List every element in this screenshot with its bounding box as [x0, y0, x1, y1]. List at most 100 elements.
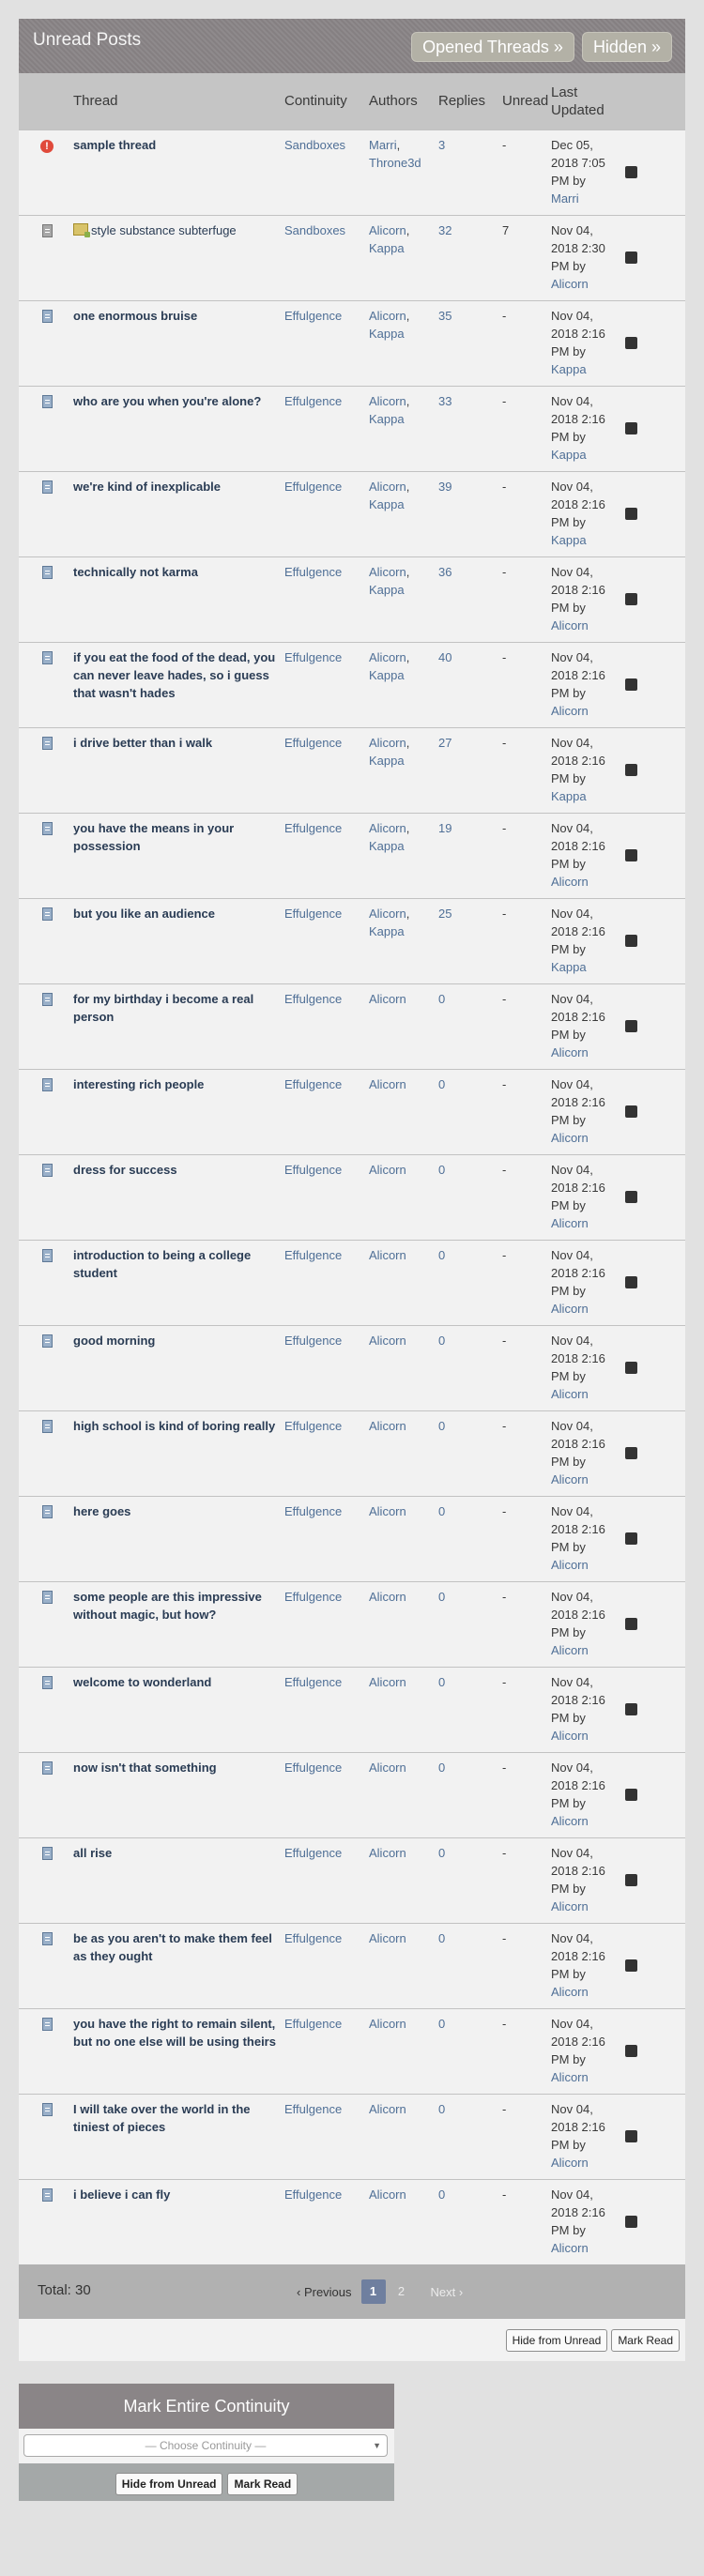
continuity-link[interactable]: Effulgence: [284, 992, 342, 1006]
row-select-checkbox[interactable]: [625, 1446, 637, 1459]
last-updated-by-link[interactable]: Alicorn: [551, 618, 589, 633]
doc-icon[interactable]: [41, 480, 53, 494]
author-link[interactable]: Alicorn: [369, 394, 406, 408]
author-link[interactable]: Alicorn: [369, 1419, 406, 1433]
thread-column-header[interactable]: Thread: [62, 73, 281, 130]
continuity-link[interactable]: Effulgence: [284, 565, 342, 579]
author-link[interactable]: Alicorn: [369, 2017, 406, 2031]
row-select-checkbox[interactable]: [625, 1873, 637, 1886]
row-select-checkbox[interactable]: [625, 251, 637, 264]
replies-count[interactable]: 32: [438, 223, 451, 237]
continuity-link[interactable]: Effulgence: [284, 1675, 342, 1689]
row-select-checkbox[interactable]: [625, 1019, 637, 1032]
thread-title-link[interactable]: i believe i can fly: [73, 2187, 170, 2202]
replies-count[interactable]: 36: [438, 565, 451, 579]
author-link[interactable]: Alicorn: [369, 309, 406, 323]
replies-count[interactable]: 19: [438, 821, 451, 835]
continuity-link[interactable]: Effulgence: [284, 309, 342, 323]
thread-title-link[interactable]: here goes: [73, 1504, 130, 1518]
row-select-checkbox[interactable]: [625, 1617, 637, 1630]
replies-count[interactable]: 33: [438, 394, 451, 408]
doc-icon[interactable]: [41, 907, 53, 921]
last-updated-by-link[interactable]: Alicorn: [551, 704, 589, 718]
last-updated-by-link[interactable]: Alicorn: [551, 2156, 589, 2170]
thread-title-link[interactable]: some people are this impressive without …: [73, 1590, 262, 1622]
page-1-link[interactable]: 1: [360, 2279, 386, 2304]
continuity-link[interactable]: Effulgence: [284, 1163, 342, 1177]
row-select-checkbox[interactable]: [625, 421, 637, 434]
authors-column-header[interactable]: Authors: [365, 73, 435, 130]
author-link[interactable]: Alicorn: [369, 1334, 406, 1348]
doc-icon[interactable]: [41, 309, 53, 323]
thread-title-link[interactable]: welcome to wonderland: [73, 1675, 211, 1689]
doc-icon[interactable]: [41, 1590, 53, 1604]
last-updated-by-link[interactable]: Alicorn: [551, 2070, 589, 2084]
continuity-link[interactable]: Effulgence: [284, 2102, 342, 2116]
thread-title-link[interactable]: technically not karma: [73, 565, 198, 579]
row-select-checkbox[interactable]: [625, 2044, 637, 2057]
thread-title-link[interactable]: but you like an audience: [73, 907, 215, 921]
continuity-link[interactable]: Effulgence: [284, 1761, 342, 1775]
author-link[interactable]: Kappa: [369, 668, 405, 682]
thread-title-link[interactable]: if you eat the food of the dead, you can…: [73, 650, 275, 700]
last-updated-by-link[interactable]: Alicorn: [551, 1045, 589, 1059]
thread-title-link[interactable]: i drive better than i walk: [73, 736, 212, 750]
thread-title-link[interactable]: high school is kind of boring really: [73, 1419, 275, 1433]
continuity-mark-read-button[interactable]: Mark Read: [227, 2473, 298, 2495]
replies-count[interactable]: 0: [438, 2017, 445, 2031]
replies-count[interactable]: 0: [438, 1675, 445, 1689]
doc-icon[interactable]: [41, 1846, 53, 1860]
continuity-link[interactable]: Effulgence: [284, 1590, 342, 1604]
replies-count[interactable]: 0: [438, 2187, 445, 2202]
replies-count[interactable]: 0: [438, 1248, 445, 1262]
hidden-button[interactable]: Hidden »: [581, 32, 672, 62]
doc-icon[interactable]: [41, 1077, 53, 1091]
continuity-link[interactable]: Effulgence: [284, 394, 342, 408]
continuity-link[interactable]: Sandboxes: [284, 223, 345, 237]
page-2-link[interactable]: 2: [390, 2279, 414, 2304]
author-link[interactable]: Alicorn: [369, 1675, 406, 1689]
author-link[interactable]: Alicorn: [369, 650, 406, 664]
author-link[interactable]: Alicorn: [369, 2102, 406, 2116]
row-select-checkbox[interactable]: [625, 1788, 637, 1801]
author-link[interactable]: Alicorn: [369, 821, 406, 835]
continuity-select[interactable]: — Choose Continuity — ▼: [23, 2434, 388, 2457]
thread-title-link[interactable]: who are you when you're alone?: [73, 394, 261, 408]
thread-title-link[interactable]: style substance subterfuge: [91, 223, 237, 237]
last-updated-by-link[interactable]: Kappa: [551, 448, 587, 462]
replies-count[interactable]: 35: [438, 309, 451, 323]
continuity-link[interactable]: Sandboxes: [284, 138, 345, 152]
last-updated-by-link[interactable]: Alicorn: [551, 1729, 589, 1743]
doc-icon[interactable]: [41, 1675, 53, 1689]
replies-count[interactable]: 0: [438, 1334, 445, 1348]
replies-count[interactable]: 0: [438, 1504, 445, 1518]
last-updated-by-link[interactable]: Kappa: [551, 789, 587, 803]
replies-count[interactable]: 0: [438, 1163, 445, 1177]
thread-title-link[interactable]: we're kind of inexplicable: [73, 480, 221, 494]
last-updated-by-link[interactable]: Marri: [551, 191, 579, 206]
thread-title-link[interactable]: dress for success: [73, 1163, 177, 1177]
doc-icon[interactable]: [41, 736, 53, 750]
thread-title-link[interactable]: introduction to being a college student: [73, 1248, 251, 1280]
continuity-link[interactable]: Effulgence: [284, 2017, 342, 2031]
replies-count[interactable]: 0: [438, 992, 445, 1006]
last-updated-by-link[interactable]: Alicorn: [551, 1302, 589, 1316]
author-link[interactable]: Alicorn: [369, 480, 406, 494]
replies-count[interactable]: 27: [438, 736, 451, 750]
author-link[interactable]: Kappa: [369, 754, 405, 768]
mark-read-button[interactable]: Mark Read: [611, 2329, 680, 2352]
last-updated-by-link[interactable]: Alicorn: [551, 1985, 589, 1999]
author-link[interactable]: Alicorn: [369, 907, 406, 921]
continuity-link[interactable]: Effulgence: [284, 1504, 342, 1518]
author-link[interactable]: Alicorn: [369, 1761, 406, 1775]
continuity-link[interactable]: Effulgence: [284, 650, 342, 664]
continuity-column-header[interactable]: Continuity: [281, 73, 365, 130]
author-link[interactable]: Alicorn: [369, 223, 406, 237]
author-link[interactable]: Kappa: [369, 412, 405, 426]
continuity-link[interactable]: Effulgence: [284, 480, 342, 494]
row-select-checkbox[interactable]: [625, 507, 637, 520]
replies-count[interactable]: 40: [438, 650, 451, 664]
row-select-checkbox[interactable]: [625, 848, 637, 861]
last-updated-by-link[interactable]: Alicorn: [551, 875, 589, 889]
author-link[interactable]: Kappa: [369, 497, 405, 511]
